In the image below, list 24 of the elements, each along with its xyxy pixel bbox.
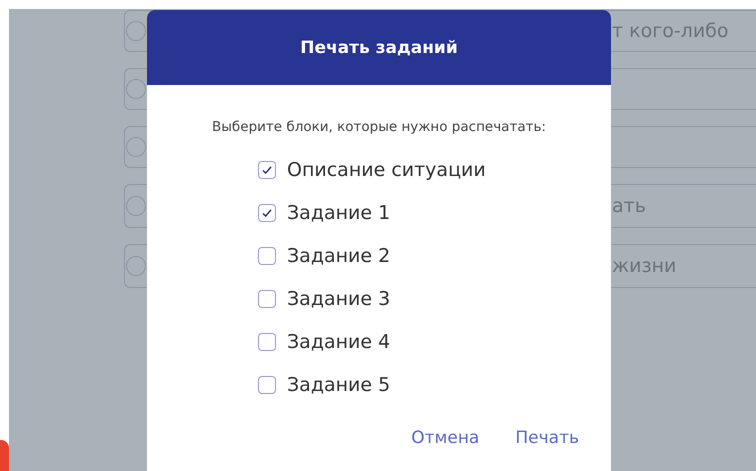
radio-button[interactable] [126, 196, 146, 216]
option-text: ать [612, 195, 646, 217]
option-text: жизни [612, 255, 676, 277]
checkbox-label[interactable]: Описание ситуации [287, 159, 486, 181]
dialog-prompt: Выберите блоки, которые нужно распечатать: [211, 119, 547, 135]
checkbox[interactable] [258, 376, 276, 394]
checkbox-label[interactable]: Задание 4 [287, 331, 390, 353]
checkbox[interactable] [258, 161, 276, 179]
checkbox-label[interactable]: Задание 1 [287, 202, 390, 224]
checkbox-label[interactable]: Задание 5 [287, 374, 390, 396]
radio-button[interactable] [126, 79, 146, 99]
print-button[interactable]: Печать [511, 426, 583, 450]
radio-button[interactable] [126, 137, 146, 157]
checkbox[interactable] [258, 333, 276, 351]
radio-button[interactable] [126, 256, 146, 276]
cancel-button[interactable]: Отмена [407, 426, 484, 450]
checkbox-label[interactable]: Задание 2 [287, 245, 390, 267]
checkbox-label[interactable]: Задание 3 [287, 288, 390, 310]
option-text: т кого-либо [612, 20, 729, 42]
radio-button[interactable] [126, 21, 146, 41]
dialog-title: Печать заданий [300, 38, 458, 58]
checkbox[interactable] [258, 204, 276, 222]
checkbox[interactable] [258, 247, 276, 265]
checkbox[interactable] [258, 290, 276, 308]
